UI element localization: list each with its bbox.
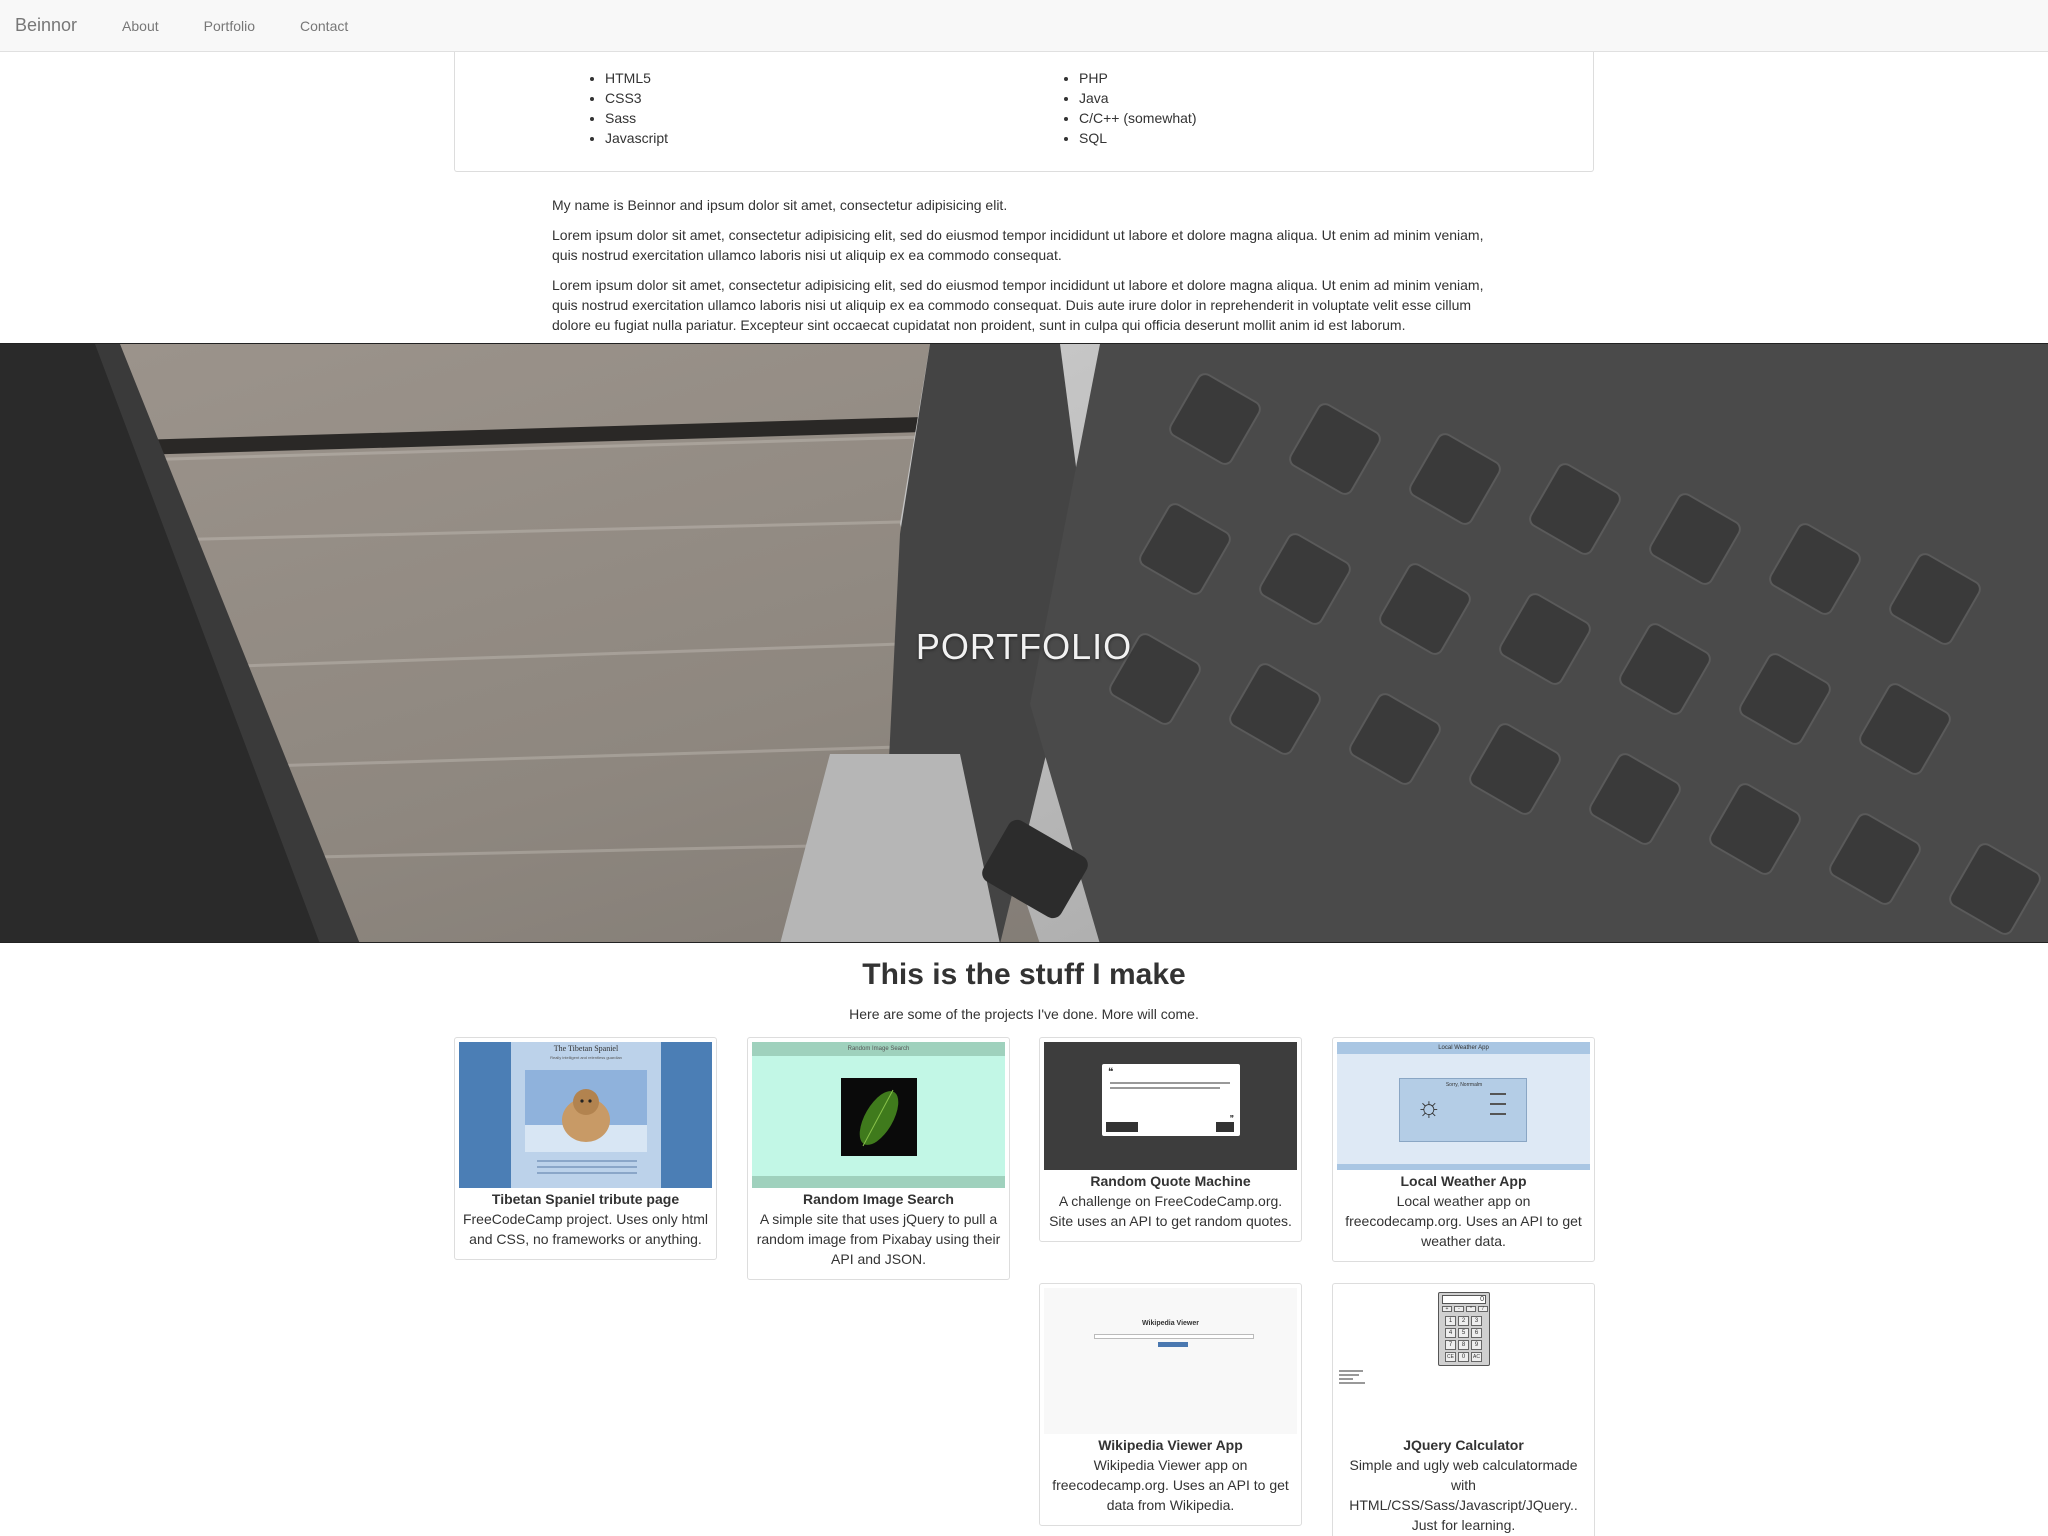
- skill-item: C/C++ (somewhat): [1079, 108, 1196, 128]
- projects-heading: This is the stuff I make: [862, 958, 1186, 991]
- thumb-header: Local Weather App: [1337, 1042, 1590, 1054]
- project-card-random-image-search[interactable]: Random Image Search Random Image Search …: [747, 1037, 1010, 1280]
- brand-link[interactable]: Beinnor: [15, 15, 77, 36]
- thumb-title: The Tibetan Spaniel: [553, 1044, 619, 1053]
- calc-key: -: [1454, 1306, 1464, 1312]
- nav-link-portfolio[interactable]: Portfolio: [189, 18, 270, 34]
- skill-item: HTML5: [605, 68, 668, 88]
- project-title[interactable]: Tibetan Spaniel tribute page: [459, 1190, 712, 1209]
- project-thumbnail: ❝ ❞: [1044, 1042, 1297, 1170]
- about-paragraph: My name is Beinnor and ipsum dolor sit a…: [552, 197, 1008, 213]
- nav-link-contact[interactable]: Contact: [285, 18, 363, 34]
- project-title[interactable]: Random Image Search: [752, 1190, 1005, 1209]
- skill-item: Javascript: [605, 128, 668, 148]
- about-paragraph: Lorem ipsum dolor sit amet, consectetur …: [552, 227, 1484, 263]
- leaf-photo: [841, 1078, 917, 1156]
- calc-key: AC: [1471, 1352, 1482, 1362]
- project-card-tibetan-spaniel[interactable]: The Tibetan Spaniel Really intelligent a…: [454, 1037, 717, 1260]
- calc-key: 3: [1471, 1316, 1482, 1326]
- project-description: Simple and ugly web calculatormade with …: [1349, 1457, 1578, 1533]
- skill-item: Sass: [605, 108, 668, 128]
- project-description: Wikipedia Viewer app on freecodecamp.org…: [1052, 1457, 1289, 1513]
- skills-panel: HTML5 CSS3 Sass Javascript PHP Java C/C+…: [454, 44, 1594, 172]
- project-description: Local weather app on freecodecamp.org. U…: [1345, 1193, 1582, 1249]
- projects-subheading: Here are some of the projects I've done.…: [849, 1006, 1199, 1022]
- calc-key: 6: [1471, 1328, 1482, 1338]
- skills-list-backend: PHP Java C/C++ (somewhat) SQL: [1079, 68, 1196, 148]
- portfolio-hero: PORTFOLIO: [0, 343, 2048, 943]
- project-thumbnail: Random Image Search: [752, 1042, 1005, 1188]
- thumb-header: Random Image Search: [752, 1042, 1005, 1056]
- weather-widget: Sorry, Norrmalm ☼: [1399, 1078, 1527, 1142]
- project-thumbnail: The Tibetan Spaniel Really intelligent a…: [459, 1042, 712, 1188]
- about-paragraph: Lorem ipsum dolor sit amet, consectetur …: [552, 277, 1484, 333]
- project-thumbnail: 0 + - * / 1 2 3 4 5 6 7 8 9 CE 0 AC: [1337, 1288, 1590, 1434]
- calc-key: 5: [1458, 1328, 1469, 1338]
- calc-key: /: [1478, 1306, 1488, 1312]
- project-description: FreeCodeCamp project. Uses only html and…: [462, 1211, 709, 1247]
- skills-list-frontend: HTML5 CSS3 Sass Javascript: [605, 68, 668, 148]
- skill-item: CSS3: [605, 88, 668, 108]
- navbar: Beinnor About Portfolio Contact: [0, 0, 2048, 52]
- calc-key: 2: [1458, 1316, 1469, 1326]
- calc-key: 9: [1471, 1340, 1482, 1350]
- calculator-display: 0: [1442, 1295, 1486, 1304]
- project-title[interactable]: JQuery Calculator: [1337, 1436, 1590, 1455]
- thumb-search-bar: [1094, 1334, 1254, 1339]
- weather-location: Sorry, Norrmalm: [1445, 1082, 1483, 1088]
- calc-key: 4: [1445, 1328, 1456, 1338]
- project-description: A simple site that uses jQuery to pull a…: [756, 1211, 1001, 1267]
- project-card-local-weather-app[interactable]: Local Weather App Sorry, Norrmalm ☼ Loca…: [1332, 1037, 1595, 1262]
- thumb-subtitle: Really intelligent and relentless guardi…: [550, 1055, 622, 1060]
- project-title[interactable]: Local Weather App: [1337, 1172, 1590, 1191]
- thumb-title: Wikipedia Viewer: [1142, 1320, 1199, 1327]
- project-thumbnail: Local Weather App Sorry, Norrmalm ☼: [1337, 1042, 1590, 1170]
- dog-photo: [525, 1070, 647, 1152]
- calc-key: *: [1466, 1306, 1476, 1312]
- calc-key: 8: [1458, 1340, 1469, 1350]
- project-description: A challenge on FreeCodeCamp.org. Site us…: [1049, 1193, 1292, 1229]
- quote-box: ❝ ❞: [1102, 1064, 1240, 1136]
- calc-key: +: [1442, 1306, 1452, 1312]
- project-thumbnail: Wikipedia Viewer: [1044, 1288, 1297, 1434]
- project-card-jquery-calculator[interactable]: 0 + - * / 1 2 3 4 5 6 7 8 9 CE 0 AC JQue…: [1332, 1283, 1595, 1536]
- about-section: My name is Beinnor and ipsum dolor sit a…: [552, 195, 1492, 345]
- hero-title: PORTFOLIO: [915, 626, 1133, 667]
- project-card-random-quote-machine[interactable]: ❝ ❞ Random Quote Machine A challenge on …: [1039, 1037, 1302, 1242]
- calc-key: 7: [1445, 1340, 1456, 1350]
- project-title[interactable]: Wikipedia Viewer App: [1044, 1436, 1297, 1455]
- project-card-wikipedia-viewer[interactable]: Wikipedia Viewer Wikipedia Viewer App Wi…: [1039, 1283, 1302, 1526]
- calc-key: CE: [1445, 1352, 1456, 1362]
- calc-key: 1: [1445, 1316, 1456, 1326]
- calculator-widget: 0 + - * / 1 2 3 4 5 6 7 8 9 CE 0 AC: [1438, 1292, 1490, 1366]
- project-title[interactable]: Random Quote Machine: [1044, 1172, 1297, 1191]
- skill-item: PHP: [1079, 68, 1196, 88]
- calc-key: 0: [1458, 1352, 1469, 1362]
- skill-item: SQL: [1079, 128, 1196, 148]
- skill-item: Java: [1079, 88, 1196, 108]
- nav-link-about[interactable]: About: [107, 18, 174, 34]
- sun-icon: ☼: [1416, 1091, 1442, 1122]
